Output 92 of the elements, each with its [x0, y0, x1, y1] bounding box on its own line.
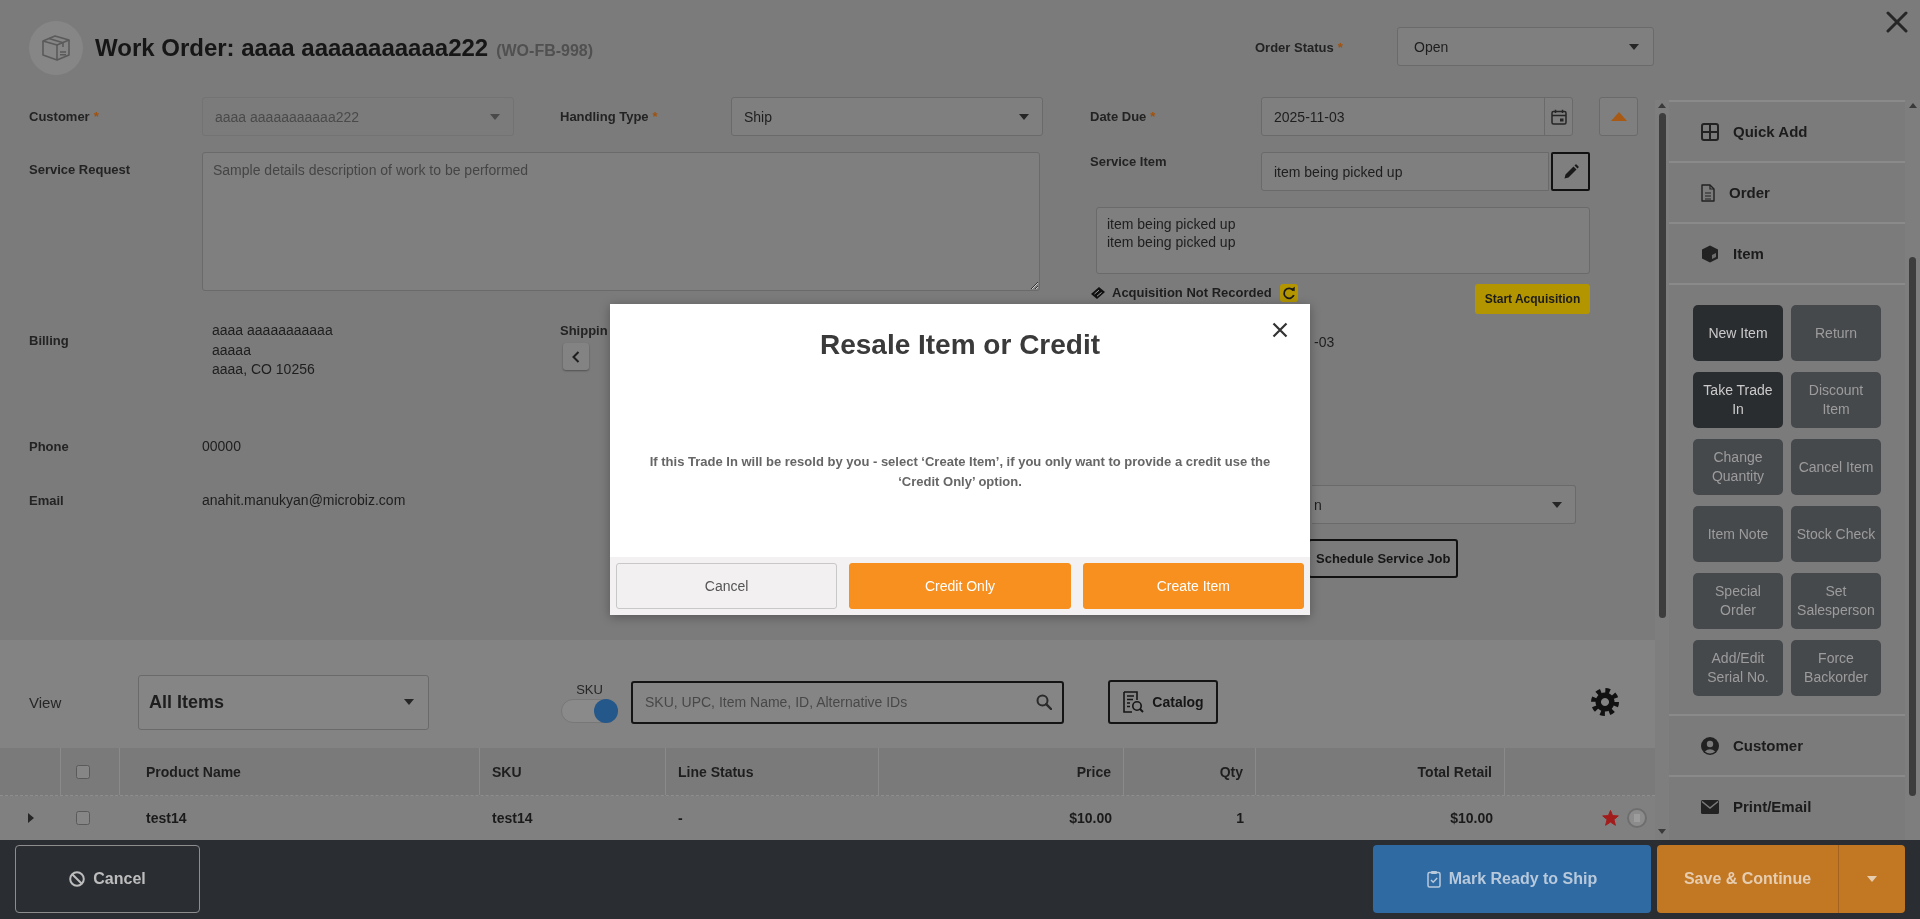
circle-icon[interactable] — [1627, 808, 1647, 828]
edit-button[interactable] — [1551, 152, 1590, 191]
caret-down-icon — [490, 113, 500, 120]
calendar-icon[interactable] — [1550, 108, 1567, 125]
field-value: -03 — [1314, 333, 1335, 351]
catalog-button[interactable]: Catalog — [1108, 680, 1218, 724]
toggle-label: SKU — [576, 681, 603, 697]
start-acquisition-button[interactable]: Start Acquisition — [1475, 284, 1590, 314]
settings-icon[interactable] — [1591, 688, 1619, 716]
checkbox[interactable] — [76, 811, 90, 825]
field-label: Handling Type — [560, 108, 649, 126]
cancel-button[interactable]: Cancel — [616, 563, 838, 609]
caret-down-icon — [1019, 113, 1029, 120]
handling-type-dropdown[interactable]: Ship — [731, 97, 1043, 136]
caret-right-icon[interactable] — [27, 813, 34, 823]
table-cell-text: test14 — [145, 809, 188, 828]
scrollbar-thumb[interactable] — [1909, 257, 1916, 796]
caret-down-icon — [1629, 43, 1639, 50]
table-cell-text: - — [677, 809, 684, 828]
view-dropdown[interactable]: All Items — [138, 674, 429, 730]
billing-address: aaaa aaaaaaaaaaa aaaaa aaaa, CO 10256 — [211, 321, 334, 379]
scroll-down-icon[interactable] — [1658, 829, 1666, 834]
cash-icon — [1090, 286, 1106, 300]
column-header[interactable]: Qty — [1124, 748, 1256, 795]
column-header[interactable]: Line Status — [666, 748, 879, 795]
ban-icon — [69, 871, 86, 887]
grid-icon — [1701, 122, 1719, 141]
field-label: Billing — [29, 332, 69, 350]
service-item-field[interactable]: item being picked up — [1261, 152, 1549, 191]
save-continue-button[interactable]: Save & Continue — [1657, 845, 1838, 913]
required-mark: * — [652, 108, 658, 126]
mark-ready-button[interactable]: Mark Ready to Ship — [1373, 845, 1651, 913]
table-cell-text: test14 — [491, 809, 534, 828]
table-cell-text: $10.00 — [1449, 809, 1494, 828]
dropdown[interactable]: n — [1312, 485, 1576, 524]
action-button[interactable]: Take Trade In — [1693, 372, 1783, 428]
service-item-description[interactable]: item being picked up item being picked up — [1096, 207, 1590, 274]
email-value: anahit.manukyan@microbiz.com — [202, 491, 406, 510]
field-label: Date Due — [1090, 108, 1147, 126]
field-label: Shippin — [560, 322, 608, 340]
required-mark: * — [93, 108, 99, 126]
dialog-message: If this Trade In will be resold by you - select ‘Create Item’, if you only want to provide a credit use the ‘Credit Only’ option. — [648, 453, 1272, 491]
cube-icon — [1701, 244, 1719, 263]
table-cell-text: $10.00 — [1068, 809, 1113, 828]
star-icon[interactable] — [1602, 810, 1619, 826]
create-item-button[interactable]: Create Item — [1082, 563, 1304, 609]
refresh-icon[interactable] — [1279, 284, 1298, 302]
field-label: Service Item — [1090, 153, 1167, 171]
caret-up-icon — [1610, 112, 1627, 121]
table-cell-text: 1 — [1235, 809, 1245, 828]
required-mark: * — [1337, 39, 1343, 57]
field-label: Customer — [29, 108, 90, 126]
page-title: Work Order: aaaa aaaaaaaaaaa222 — [95, 34, 489, 62]
date-field[interactable]: 2025-11-03 — [1261, 97, 1573, 136]
required-mark: * — [1150, 108, 1156, 126]
scroll-up-icon[interactable] — [1908, 103, 1917, 108]
caret-down-icon — [1867, 876, 1877, 882]
search-icon[interactable] — [1036, 693, 1052, 710]
scroll-up-icon[interactable] — [1658, 103, 1666, 108]
column-header[interactable]: SKU — [480, 748, 666, 795]
pencil-icon — [1562, 163, 1579, 180]
credit-only-button[interactable]: Credit Only — [849, 563, 1071, 609]
service-request-field[interactable]: Sample details description of work to be performed — [202, 152, 1040, 291]
scrollbar-thumb[interactable] — [1658, 113, 1666, 618]
field-label: Phone — [29, 437, 69, 456]
acquisition-status: Acquisition Not Recorded — [1112, 284, 1272, 302]
caret-down-icon — [1552, 501, 1562, 508]
action-button[interactable]: New Item — [1693, 305, 1783, 361]
clipboard-check-icon — [1426, 870, 1441, 888]
previous-button[interactable] — [563, 343, 589, 370]
field-label: View — [29, 693, 63, 711]
caret-down-icon — [404, 699, 414, 705]
column-header[interactable]: Product Name — [120, 748, 480, 795]
dialog-title: Resale Item or Credit — [819, 328, 1101, 362]
column-header[interactable]: Price — [879, 748, 1124, 795]
phone-value: 00000 — [202, 437, 241, 456]
sku-toggle[interactable] — [561, 698, 618, 723]
checkbox[interactable] — [76, 764, 90, 779]
field-label: Service Request — [29, 161, 131, 179]
close-icon[interactable] — [1272, 322, 1288, 338]
field-label: Email — [29, 491, 64, 510]
catalog-icon — [1122, 691, 1145, 713]
envelope-icon — [1701, 799, 1719, 814]
order-status-dropdown[interactable]: Open — [1397, 27, 1654, 66]
document-icon — [1701, 183, 1715, 202]
search-field[interactable]: SKU, UPC, Item Name, ID, Alternative IDs — [631, 680, 1064, 724]
package-icon — [29, 21, 83, 75]
user-icon — [1701, 736, 1719, 755]
cancel-button[interactable]: Cancel — [15, 845, 200, 913]
field-label: Order Status — [1255, 39, 1334, 57]
chevron-left-icon — [572, 350, 580, 363]
column-header[interactable]: Total Retail — [1256, 748, 1505, 795]
